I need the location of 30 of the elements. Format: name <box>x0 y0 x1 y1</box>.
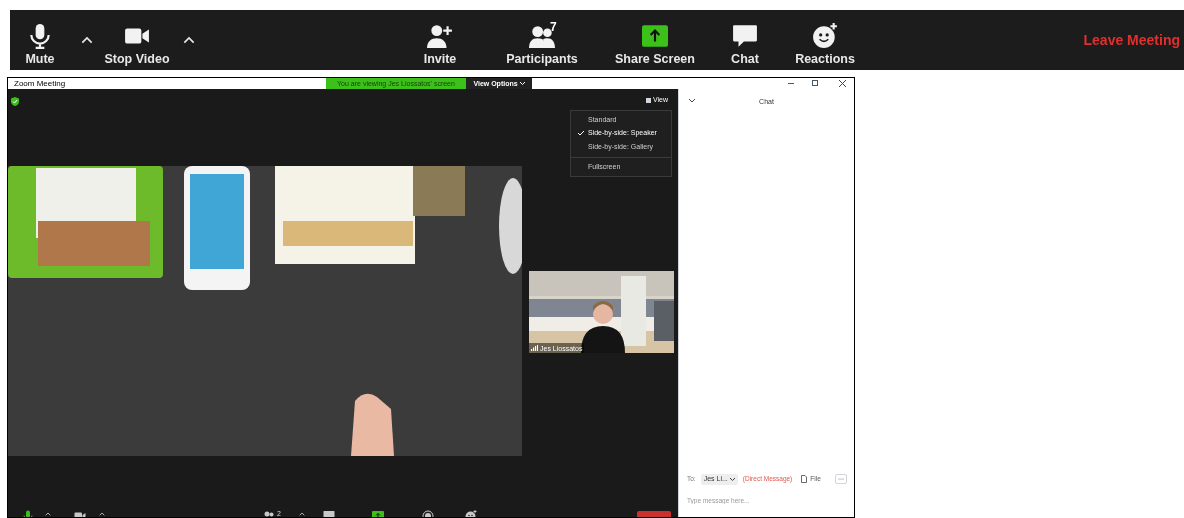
chevron-down-icon <box>519 82 525 85</box>
leave-meeting-button[interactable]: Leave Meeting <box>1083 29 1180 51</box>
toolbar-button[interactable]: Share Screen <box>604 12 706 68</box>
shield-icon <box>11 97 19 106</box>
window-title: Zoom Meeting <box>14 79 66 88</box>
speech-bubble-icon <box>732 22 758 49</box>
share-screen-icon <box>642 22 668 49</box>
toolbar-button[interactable]: Stop Video <box>104 12 170 68</box>
chevron-down-icon[interactable] <box>689 99 695 103</box>
caret-icon <box>298 510 306 517</box>
caret-icon <box>98 510 106 517</box>
participant-count: 7 <box>550 19 557 36</box>
signal-icon <box>531 345 538 351</box>
checkmark-icon <box>578 130 584 137</box>
caret-icon <box>44 510 52 517</box>
smiley-plus-icon <box>812 22 838 49</box>
toolbar-button[interactable]: Reactions <box>784 12 866 68</box>
caret-button[interactable] <box>98 510 106 517</box>
toolbar-button[interactable]: 7 Participants <box>480 12 604 68</box>
close-icon[interactable] <box>839 80 846 87</box>
chevron-down-icon <box>729 477 735 481</box>
toolbar-button[interactable]: Mute <box>10 12 70 68</box>
toolbar-button[interactable]: Invite <box>400 12 480 68</box>
toolbar-button[interactable]: Chat <box>706 12 784 68</box>
microphone-icon <box>27 22 53 49</box>
file-icon <box>801 475 808 483</box>
caret-button[interactable] <box>44 510 52 517</box>
person-add-icon <box>427 22 453 49</box>
caret-button[interactable] <box>298 510 306 517</box>
maximize-icon[interactable] <box>812 80 818 86</box>
